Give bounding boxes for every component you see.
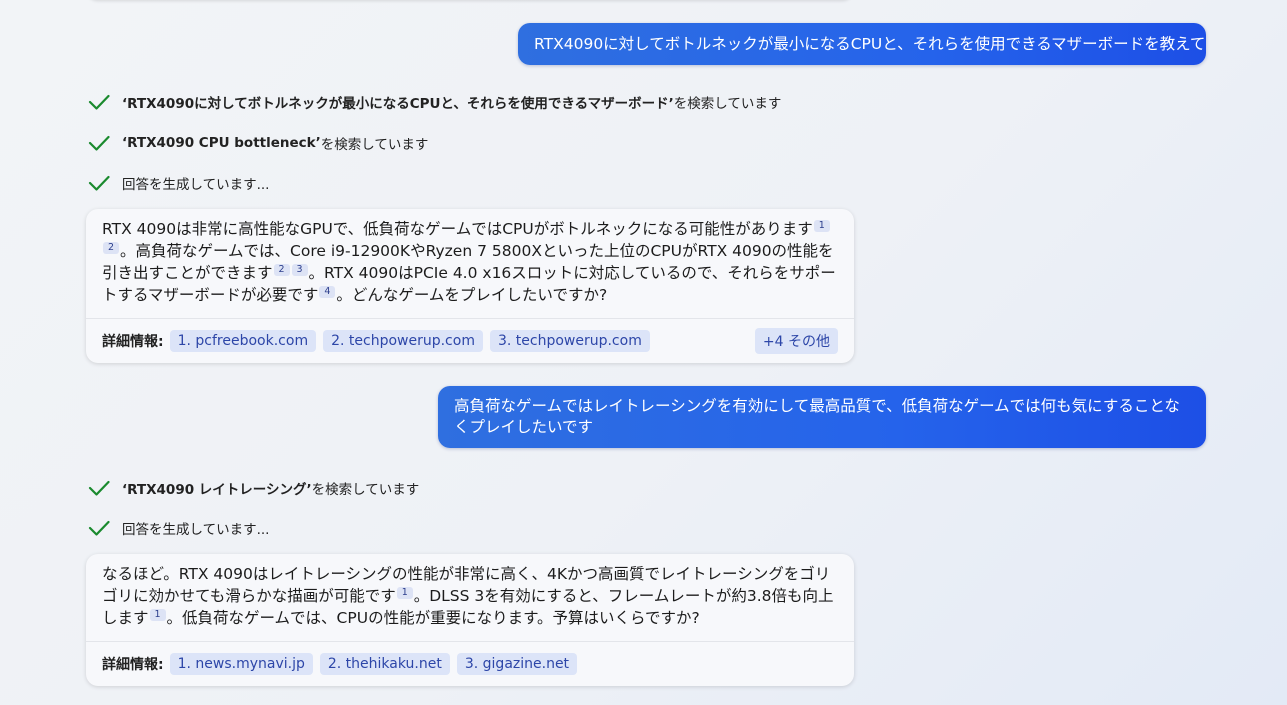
search-query: ‘RTX4090に対してボトルネックが最小になるCPUと、それらを使用できるマザ… (122, 96, 674, 112)
source-link[interactable]: 3. techpowerup.com (489, 330, 650, 352)
citation-link[interactable]: 1 (396, 587, 413, 599)
search-query: ‘RTX4090 CPU bottleneck’ (122, 135, 321, 151)
source-link[interactable]: 2. techpowerup.com (323, 330, 483, 352)
citation-link[interactable]: 3 (291, 264, 308, 276)
check-icon (88, 94, 110, 110)
source-link[interactable]: 1. news.mynavi.jp (169, 653, 313, 675)
learn-more-label: 詳細情報: (102, 657, 164, 673)
check-icon (88, 520, 110, 536)
source-link[interactable]: 1. pcfreebook.com (169, 330, 317, 352)
citation-link[interactable]: 1 (813, 220, 830, 232)
assistant-message-1: RTX 4090は非常に高性能なGPUで、低負荷なゲームではCPUがボトルネック… (86, 209, 854, 363)
learn-more-label: 詳細情報: (102, 334, 164, 350)
citation-link[interactable]: 4 (319, 286, 336, 298)
assistant-message-text: RTX 4090は非常に高性能なGPUで、低負荷なゲームではCPUがボトルネック… (86, 209, 854, 318)
check-icon (88, 175, 110, 191)
search-step-3: ‘RTX4090 レイトレーシング’ を検索しています (88, 477, 419, 499)
step-status: 回答を生成しています... (122, 522, 270, 538)
source-link[interactable]: 3. gigazine.net (456, 653, 578, 675)
assistant-message-2: なるほど。RTX 4090はレイトレーシングの性能が非常に高く、4Kかつ高画質で… (86, 554, 854, 686)
user-message-1: RTX4090に対してボトルネックが最小になるCPUと、それらを使用できるマザー… (518, 23, 1206, 65)
citation-link[interactable]: 1 (149, 609, 166, 621)
user-message-text: RTX4090に対してボトルネックが最小になるCPUと、それらを使用できるマザー… (534, 34, 1206, 53)
citation-link[interactable]: 2 (273, 264, 290, 276)
citation-link[interactable]: 2 (103, 242, 119, 254)
generating-step-1: 回答を生成しています... (88, 172, 269, 194)
generating-step-2: 回答を生成しています... (88, 517, 269, 539)
user-message-text: 高負荷なゲームではレイトレーシングを有効にして最高品質で、低負荷なゲームでは何も… (454, 397, 1180, 436)
answer-text: RTX 4090は非常に高性能なGPUで、低負荷なゲームではCPUがボトルネック… (102, 220, 813, 238)
assistant-message-text: なるほど。RTX 4090はレイトレーシングの性能が非常に高く、4Kかつ高画質で… (86, 554, 854, 641)
step-status: を検索しています (320, 137, 429, 153)
search-query: ‘RTX4090 レイトレーシング’ (122, 482, 312, 498)
check-icon (88, 135, 110, 151)
learn-more-bar: 詳細情報: 1. news.mynavi.jp 2. thehikaku.net… (86, 642, 854, 686)
user-message-2: 高負荷なゲームではレイトレーシングを有効にして最高品質で、低負荷なゲームでは何も… (438, 386, 1206, 448)
search-step-2: ‘RTX4090 CPU bottleneck’ を検索しています (88, 132, 428, 154)
check-icon (88, 480, 110, 496)
answer-text: 。どんなゲームをプレイしたいですか? (336, 286, 608, 304)
step-status: を検索しています (311, 482, 420, 498)
source-link[interactable]: 2. thehikaku.net (319, 653, 450, 675)
more-sources-button[interactable]: +4 その他 (754, 328, 838, 354)
search-step-1: ‘RTX4090に対してボトルネックが最小になるCPUと、それらを使用できるマザ… (88, 91, 781, 113)
step-status: を検索しています (673, 96, 782, 112)
learn-more-bar: 詳細情報: 1. pcfreebook.com 2. techpowerup.c… (86, 319, 854, 363)
step-status: 回答を生成しています... (122, 177, 270, 193)
answer-text: 。低負荷なゲームでは、CPUの性能が重要になります。予算はいくらですか? (166, 609, 700, 627)
